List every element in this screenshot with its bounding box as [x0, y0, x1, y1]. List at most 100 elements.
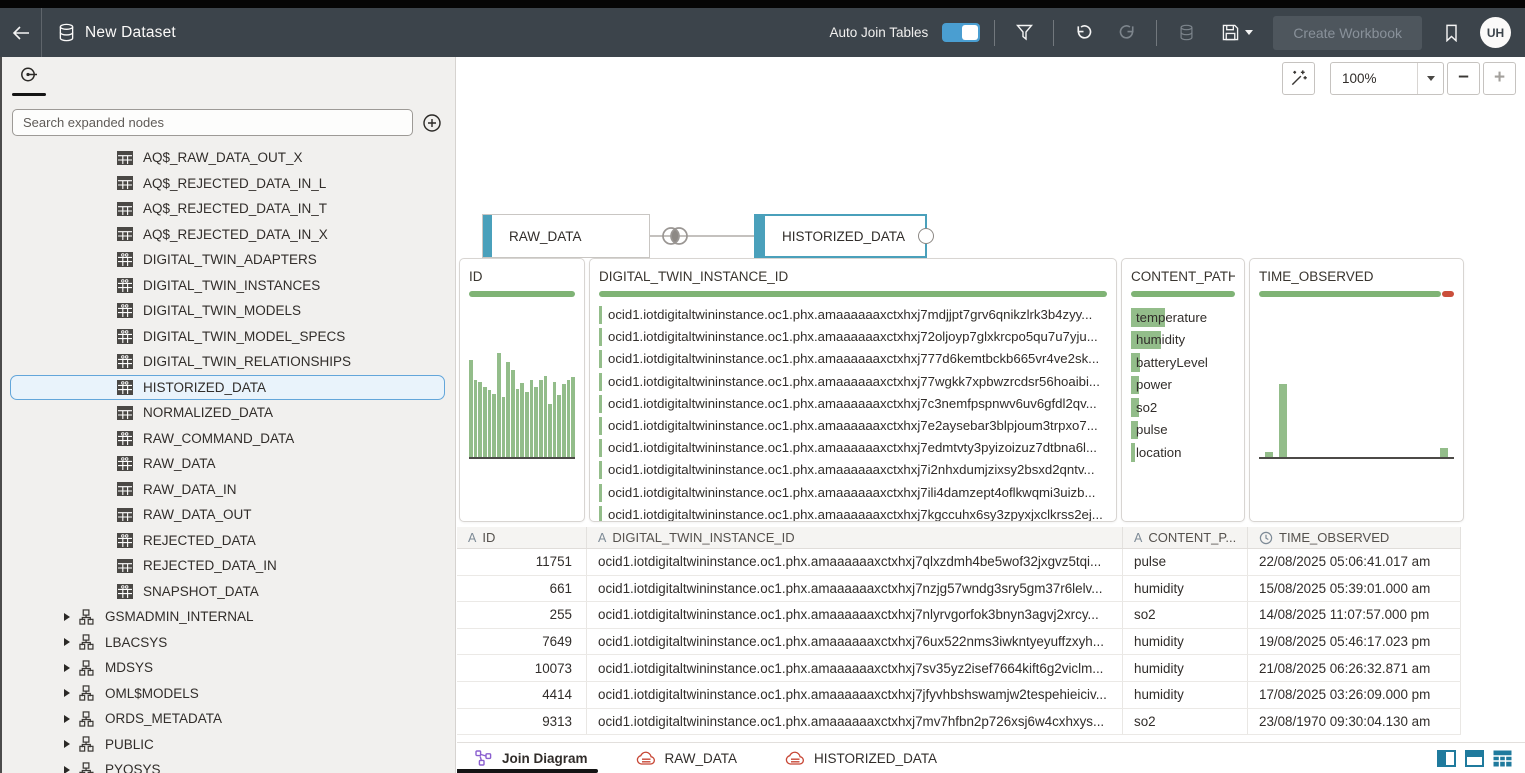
data-quality-bar[interactable]	[469, 291, 575, 297]
filter-button[interactable]	[1009, 18, 1039, 48]
tree-item-public[interactable]: PUBLIC	[2, 732, 455, 758]
grid-row[interactable]: 255ocid1.iotdigitaltwininstance.oc1.phx.…	[457, 602, 1461, 629]
tree-item-raw-data[interactable]: RAW_DATA	[2, 451, 455, 477]
tree-item-digital-twin-relationships[interactable]: DIGITAL_TWIN_RELATIONSHIPS	[2, 349, 455, 375]
expand-arrow-icon[interactable]	[64, 613, 78, 621]
tree-item-digital-twin-models[interactable]: DIGITAL_TWIN_MODELS	[2, 298, 455, 324]
sample-value[interactable]: ocid1.iotdigitaltwininstance.oc1.phx.ama…	[599, 506, 1107, 522]
histogram-bar[interactable]	[516, 389, 520, 457]
sample-value[interactable]: ocid1.iotdigitaltwininstance.oc1.phx.ama…	[599, 350, 1107, 368]
grid-row[interactable]: 4414ocid1.iotdigitaltwininstance.oc1.phx…	[457, 682, 1461, 709]
save-button[interactable]	[1215, 18, 1259, 48]
sample-value[interactable]: ocid1.iotdigitaltwininstance.oc1.phx.ama…	[599, 439, 1107, 457]
auto-join-toggle[interactable]	[942, 23, 980, 42]
frequency-row[interactable]: pulse	[1131, 419, 1235, 442]
tree-item-digital-twin-model-specs[interactable]: DIGITAL_TWIN_MODEL_SPECS	[2, 324, 455, 350]
tab-historized-data[interactable]: HISTORIZED_DATA	[785, 743, 937, 773]
histogram-bar[interactable]	[571, 377, 575, 457]
sample-value[interactable]: ocid1.iotdigitaltwininstance.oc1.phx.ama…	[599, 395, 1107, 413]
tree-item-ords-metadata[interactable]: ORDS_METADATA	[2, 706, 455, 732]
tree-item-rejected-data[interactable]: REJECTED_DATA	[2, 528, 455, 554]
grid-row[interactable]: 9313ocid1.iotdigitaltwininstance.oc1.phx…	[457, 709, 1461, 736]
grid-column-header-content-p-[interactable]: ACONTENT_P...	[1123, 527, 1248, 548]
tree-item-gsmadmin-internal[interactable]: GSMADMIN_INTERNAL	[2, 604, 455, 630]
tab-join-diagram[interactable]: Join Diagram	[474, 743, 588, 773]
histogram-bar[interactable]	[474, 380, 478, 457]
histogram-bar[interactable]	[502, 397, 506, 458]
sample-value[interactable]: ocid1.iotdigitaltwininstance.oc1.phx.ama…	[599, 328, 1107, 346]
sample-value[interactable]: ocid1.iotdigitaltwininstance.oc1.phx.ama…	[599, 417, 1107, 435]
bookmark-button[interactable]	[1436, 18, 1466, 48]
histogram-bar[interactable]	[492, 394, 496, 457]
tree-item-rejected-data-in[interactable]: REJECTED_DATA_IN	[2, 553, 455, 579]
node-connection-handle[interactable]	[918, 228, 934, 244]
user-avatar[interactable]: UH	[1480, 17, 1511, 48]
grid-row[interactable]: 661ocid1.iotdigitaltwininstance.oc1.phx.…	[457, 576, 1461, 603]
frequency-row[interactable]: batteryLevel	[1131, 351, 1235, 374]
histogram-bar[interactable]	[534, 387, 538, 457]
tree-item-lbacsys[interactable]: LBACSYS	[2, 630, 455, 656]
grid-row[interactable]: 7649ocid1.iotdigitaltwininstance.oc1.phx…	[457, 629, 1461, 656]
tree-item-raw-data-out[interactable]: RAW_DATA_OUT	[2, 502, 455, 528]
tree-item-raw-command-data[interactable]: RAW_COMMAND_DATA	[2, 426, 455, 452]
expand-arrow-icon[interactable]	[64, 715, 78, 723]
grid-row[interactable]: 11751ocid1.iotdigitaltwininstance.oc1.ph…	[457, 549, 1461, 576]
add-connection-button[interactable]	[421, 112, 443, 134]
diagram-node-historized-data[interactable]: HISTORIZED_DATA	[754, 214, 927, 258]
tree-item-aq-rejected-data-in-x[interactable]: AQ$_REJECTED_DATA_IN_X	[2, 222, 455, 248]
profile-card-digital_twin_instance_id[interactable]: DIGITAL_TWIN_INSTANCE_IDocid1.iotdigital…	[589, 258, 1117, 522]
layout-left-panel-button[interactable]	[1437, 750, 1456, 767]
tree-item-digital-twin-adapters[interactable]: DIGITAL_TWIN_ADAPTERS	[2, 247, 455, 273]
histogram-bar[interactable]	[1279, 384, 1287, 457]
dataset-actions-button[interactable]	[1171, 18, 1201, 48]
profile-card-content_path[interactable]: CONTENT_PATHtemperaturehumiditybatteryLe…	[1121, 258, 1245, 522]
expand-arrow-icon[interactable]	[64, 638, 78, 646]
auto-layout-button[interactable]	[1282, 62, 1315, 95]
layout-top-panel-button[interactable]	[1465, 750, 1484, 767]
histogram-bar[interactable]	[562, 384, 566, 457]
frequency-row[interactable]: temperature	[1131, 306, 1235, 329]
zoom-in-button[interactable]: +	[1483, 62, 1516, 95]
histogram-bar[interactable]	[478, 382, 482, 457]
redo-button[interactable]	[1112, 18, 1142, 48]
histogram-bar[interactable]	[483, 387, 487, 457]
grid-column-header-id[interactable]: AID	[457, 527, 587, 548]
data-quality-bar[interactable]	[1259, 291, 1454, 297]
grid-row[interactable]: 10073ocid1.iotdigitaltwininstance.oc1.ph…	[457, 655, 1461, 682]
tree-item-aq-raw-data-out-x[interactable]: AQ$_RAW_DATA_OUT_X	[2, 145, 455, 171]
frequency-row[interactable]: so2	[1131, 396, 1235, 419]
sample-value[interactable]: ocid1.iotdigitaltwininstance.oc1.phx.ama…	[599, 461, 1107, 479]
histogram-bar[interactable]	[557, 395, 561, 457]
back-button[interactable]	[0, 8, 42, 57]
tree-item-digital-twin-instances[interactable]: DIGITAL_TWIN_INSTANCES	[2, 273, 455, 299]
histogram-bar[interactable]	[488, 390, 492, 457]
profile-card-time_observed[interactable]: TIME_OBSERVED	[1249, 258, 1464, 522]
tab-raw-data[interactable]: RAW_DATA	[636, 743, 738, 773]
expand-arrow-icon[interactable]	[64, 689, 78, 697]
search-input[interactable]	[12, 109, 413, 136]
connections-tab[interactable]	[12, 65, 46, 84]
histogram-bar[interactable]	[1265, 452, 1273, 458]
profile-card-id[interactable]: ID	[459, 258, 585, 522]
histogram-bar[interactable]	[511, 370, 515, 457]
tree-item-aq-rejected-data-in-t[interactable]: AQ$_REJECTED_DATA_IN_T	[2, 196, 455, 222]
frequency-row[interactable]: location	[1131, 441, 1235, 464]
tree-item-mdsys[interactable]: MDSYS	[2, 655, 455, 681]
grid-column-header-time-observed[interactable]: TIME_OBSERVED	[1248, 527, 1461, 548]
sample-value[interactable]: ocid1.iotdigitaltwininstance.oc1.phx.ama…	[599, 484, 1107, 502]
histogram-bar[interactable]	[553, 382, 557, 457]
histogram-bar[interactable]	[497, 353, 501, 458]
grid-column-header-digital-twin-instance-id[interactable]: ADIGITAL_TWIN_INSTANCE_ID	[587, 527, 1123, 548]
tree-item-snapshot-data[interactable]: SNAPSHOT_DATA	[2, 579, 455, 605]
tree-item-normalized-data[interactable]: NORMALIZED_DATA	[2, 400, 455, 426]
histogram-bar[interactable]	[525, 392, 529, 457]
sample-value[interactable]: ocid1.iotdigitaltwininstance.oc1.phx.ama…	[599, 306, 1107, 324]
sample-value[interactable]: ocid1.iotdigitaltwininstance.oc1.phx.ama…	[599, 373, 1107, 391]
data-quality-bar[interactable]	[599, 291, 1107, 297]
histogram-bar[interactable]	[506, 362, 510, 457]
expand-arrow-icon[interactable]	[64, 740, 78, 748]
histogram-bar[interactable]	[544, 376, 548, 457]
layout-grid-button[interactable]	[1493, 750, 1512, 767]
tree-item-pyqsys[interactable]: PYQSYS	[2, 757, 455, 773]
histogram-bar[interactable]	[520, 383, 524, 457]
